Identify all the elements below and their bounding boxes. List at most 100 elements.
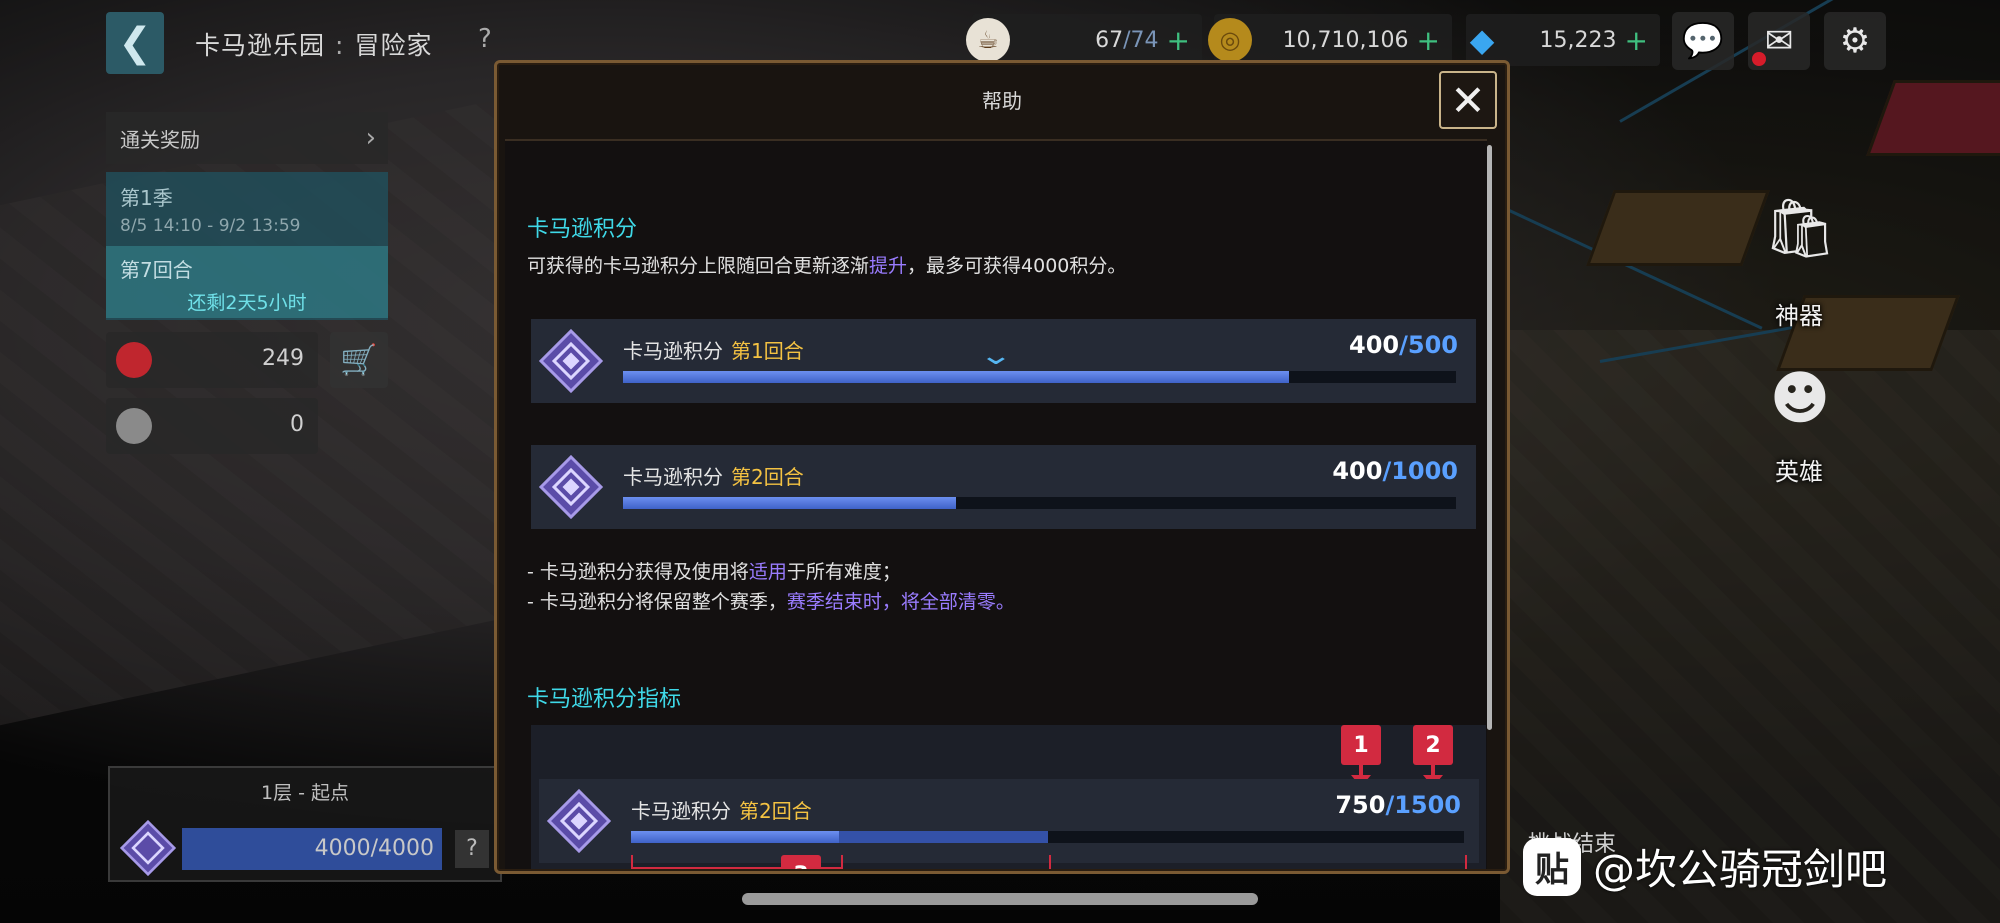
close-button[interactable]: ✕ (1439, 71, 1497, 129)
note-highlight: 赛季结束时，将全部清零。 (786, 591, 1015, 613)
card-value: 750/1500 (1335, 791, 1461, 819)
floor-progress-bar: 4000/4000 (182, 828, 442, 870)
gold-coin-icon: ◎ (1208, 18, 1252, 62)
card-round-label: 第2回合 (731, 465, 804, 489)
chevron-right-icon: › (365, 123, 376, 153)
note-line-2: - 卡马逊积分将保留整个赛季，赛季结束时，将全部清零。 (527, 587, 1015, 614)
chevron-down-icon: ⌄ (978, 341, 1014, 371)
marker-2: 2 (1413, 725, 1453, 765)
gray-token-icon (116, 408, 152, 444)
kamazon-points-badge-icon (539, 455, 603, 519)
cart-icon: 🛒 (340, 342, 378, 378)
note-text-end: 于所有难度； (786, 561, 901, 583)
back-button[interactable]: ❮ (106, 12, 164, 74)
card-current: 750 (1335, 791, 1386, 819)
tieba-logo-icon: 贴 (1523, 837, 1581, 896)
title-sub: 冒险家 (354, 31, 433, 60)
note-text: - 卡马逊积分获得及使用将 (527, 561, 749, 583)
red-token-icon (116, 342, 152, 378)
gold-value: 10,710,106 (1282, 27, 1409, 53)
gem-add-button[interactable]: + (1625, 24, 1648, 57)
notification-dot (1752, 52, 1766, 66)
marker-1: 1 (1341, 725, 1381, 765)
card-round-label: 第2回合 (739, 799, 812, 823)
close-icon: ✕ (1450, 75, 1486, 125)
note-line-1: - 卡马逊积分获得及使用将适用于所有难度； (527, 557, 901, 584)
card-current: 400 (1332, 457, 1383, 485)
progress-fill (623, 497, 957, 509)
gold-add-button[interactable]: + (1417, 24, 1440, 57)
stamina-add-button[interactable]: + (1167, 24, 1190, 57)
currency-gray-counter: 0 (106, 398, 318, 454)
currency-red-value: 249 (262, 346, 304, 371)
section-title-indicators: 卡马逊积分指标 (527, 687, 682, 712)
card-value: 400/1000 (1332, 457, 1458, 485)
card-name: 卡马逊积分 第2回合 (623, 461, 804, 490)
gem-value: 15,223 (1539, 27, 1617, 53)
desc-text-end: ，最多可获得4000积分。 (907, 255, 1127, 277)
card-max: /500 (1399, 331, 1458, 359)
points-card-round-2: 卡马逊积分 第2回合 400/1000 (531, 445, 1476, 529)
artifact-label: 神器 (1775, 302, 1823, 330)
help-dialog: 帮助 ✕ 卡马逊积分 可获得的卡马逊积分上限随回合更新逐渐提升，最多可获得400… (494, 60, 1510, 874)
card-value: 400/500 (1349, 331, 1458, 359)
clear-rewards-button[interactable]: 通关奖励 › (106, 112, 388, 164)
bracket-cap (631, 855, 1051, 869)
kamazon-points-badge-icon (547, 789, 611, 853)
card-max: /1500 (1385, 791, 1461, 819)
hero-face-icon[interactable]: ☻ (1750, 348, 1850, 448)
season-panel: 第1季 8/5 14:10 - 9/2 13:59 第7回合 还剩2天5小时 (106, 172, 388, 320)
section-description: 可获得的卡马逊积分上限随回合更新逐渐提升，最多可获得4000积分。 (527, 251, 1126, 278)
stamina-current: 67 (1095, 27, 1124, 53)
title-separator: : (335, 31, 345, 60)
floor-progress-panel: 1层 - 起点 4000/4000 ? (108, 766, 502, 882)
round-panel: 第7回合 还剩2天5小时 (106, 246, 388, 318)
chat-icon[interactable]: 💬 (1672, 12, 1734, 70)
card-name: 卡马逊积分 第1回合 (623, 335, 804, 364)
round-label: 第7回合 (120, 258, 193, 282)
diamond-icon: ◆ (1469, 21, 1495, 59)
currency-red-counter: 249 (106, 332, 318, 388)
card-name: 卡马逊积分 第2回合 (631, 795, 812, 824)
progress-track (623, 497, 1456, 509)
artifact-bag-icon[interactable]: 🛍 (1750, 178, 1850, 278)
progress-track (631, 831, 1464, 843)
stamina-counter[interactable]: ☕ 67/74 + (966, 14, 1202, 66)
page-title: 卡马逊乐园: 冒险家 (195, 26, 432, 62)
chevron-left-icon: ❮ (118, 20, 152, 66)
points-card-example: 卡马逊积分 第2回合 750/1500 (539, 779, 1479, 863)
note-highlight: 适用 (748, 561, 787, 583)
season-dates: 8/5 14:10 - 9/2 13:59 (120, 216, 301, 236)
floor-help-button[interactable]: ? (455, 830, 489, 868)
stamina-max: 74 (1130, 27, 1159, 53)
indicator-diagram: 1 2 卡马逊积分 第2回合 750/1500 (531, 725, 1486, 869)
gold-counter[interactable]: ◎ 10,710,106 + (1208, 14, 1452, 66)
kamazon-points-badge-icon (120, 820, 176, 876)
card-max: /1000 (1382, 457, 1458, 485)
hero-label: 英雄 (1775, 458, 1823, 486)
title-help-button[interactable]: ? (478, 24, 492, 54)
clear-rewards-label: 通关奖励 (120, 127, 200, 152)
home-indicator[interactable] (742, 893, 1258, 905)
floor-label: 1层 - 起点 (260, 782, 350, 804)
card-points-label: 卡马逊积分 (631, 799, 731, 823)
bracket-line (1465, 855, 1467, 869)
round-remaining: 还剩2天5小时 (187, 292, 307, 314)
dialog-scrollbar[interactable] (1487, 145, 1492, 730)
desc-text: 可获得的卡马逊积分上限随回合更新逐渐 (527, 255, 870, 277)
season-label: 第1季 (120, 186, 173, 210)
settings-icon[interactable]: ⚙ (1824, 12, 1886, 70)
dialog-content: 卡马逊积分 可获得的卡马逊积分上限随回合更新逐渐提升，最多可获得4000积分。 … (505, 139, 1487, 869)
shop-cart-button[interactable]: 🛒 (330, 332, 388, 388)
coffee-cup-icon: ☕ (966, 18, 1010, 62)
note-text: - 卡马逊积分将保留整个赛季， (527, 591, 787, 613)
stamina-slash: / (1123, 27, 1131, 53)
section-title-points: 卡马逊积分 (527, 217, 638, 242)
watermark-text: @坎公骑冠剑吧 (1593, 845, 1888, 894)
gem-counter[interactable]: ◆ 15,223 + (1466, 14, 1660, 66)
card-points-label: 卡马逊积分 (623, 339, 723, 363)
progress-track (623, 371, 1456, 383)
progress-fill (631, 831, 840, 843)
card-current: 400 (1349, 331, 1400, 359)
floor-progress-value: 4000/4000 (314, 836, 434, 861)
